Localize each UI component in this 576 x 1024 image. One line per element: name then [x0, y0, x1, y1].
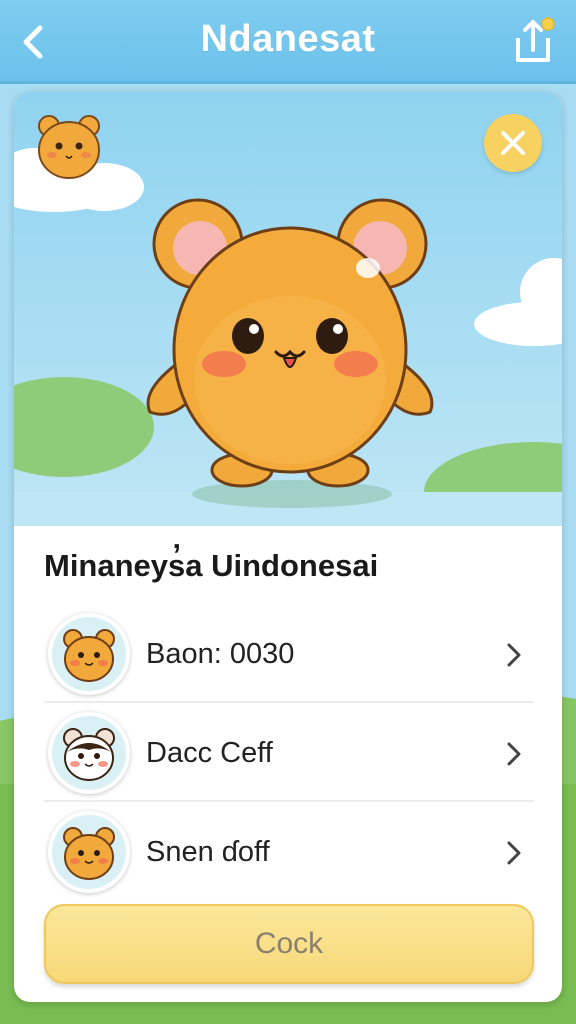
- list-item-label: Snen ɗoff: [146, 836, 270, 868]
- chevron-right-icon: [507, 841, 521, 865]
- character-hero-illustration: [14, 92, 562, 526]
- chevron-right-icon: [507, 742, 521, 766]
- character-list: Baon: 0030 Dacc Ceff Snen ɗoff: [44, 604, 534, 901]
- section-title: Minaneys̓a Uindonesai: [44, 548, 379, 583]
- list-item[interactable]: Dacc Ceff: [44, 703, 534, 802]
- list-item-label: Baon: 0030: [146, 638, 295, 670]
- list-item[interactable]: Snen ɗoff: [44, 802, 534, 901]
- share-icon[interactable]: [510, 12, 558, 66]
- orange-hamster-avatar: [48, 613, 130, 695]
- list-item[interactable]: Baon: 0030: [44, 604, 534, 703]
- close-icon: [501, 131, 525, 155]
- close-button[interactable]: [484, 114, 542, 172]
- character-card: Minaneys̓a Uindonesai Baon: 0030 Dacc Ce…: [14, 92, 562, 1002]
- orange-hamster-avatar: [48, 811, 130, 893]
- primary-action-button[interactable]: Cock: [44, 904, 534, 984]
- panda-hamster-avatar: [48, 712, 130, 794]
- app-header: Ndanesat: [0, 0, 576, 84]
- list-item-label: Dacc Ceff: [146, 737, 273, 769]
- page-title: Ndanesat: [200, 18, 376, 60]
- chevron-right-icon: [507, 643, 521, 667]
